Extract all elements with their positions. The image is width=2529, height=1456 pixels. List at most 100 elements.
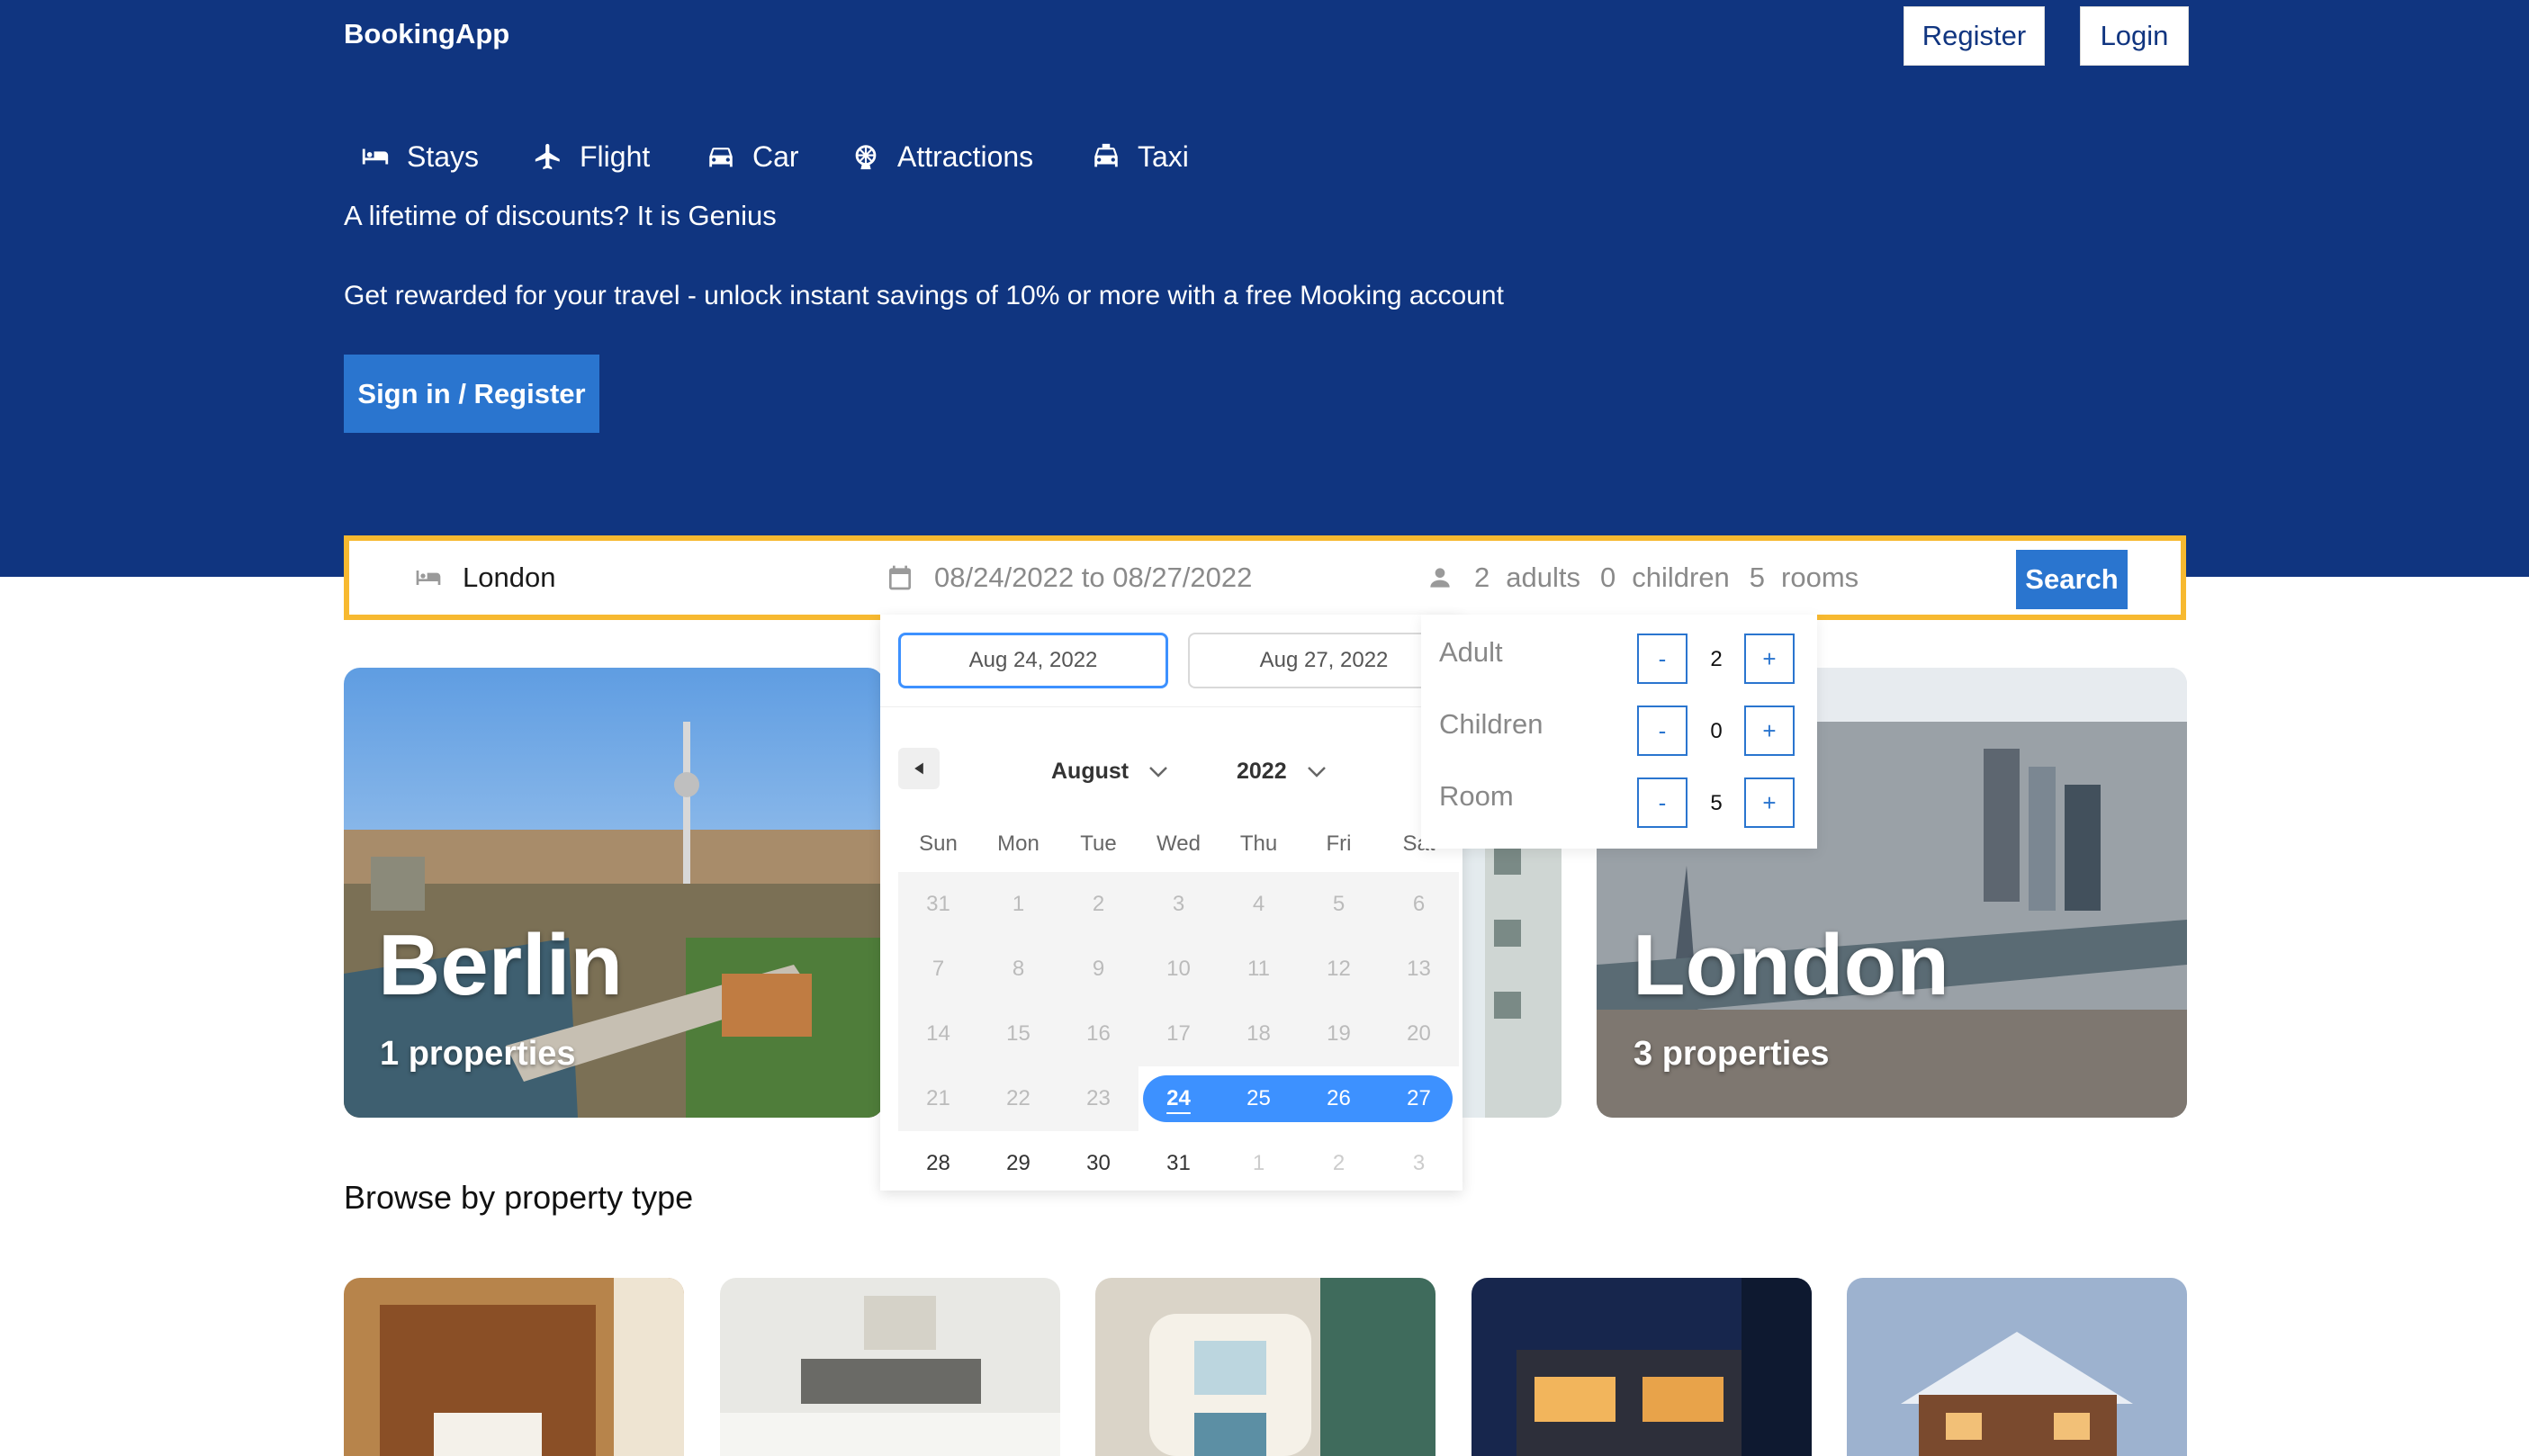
children-decrement-button[interactable]: - — [1637, 706, 1688, 756]
calendar-day[interactable]: 9 — [1058, 937, 1138, 1002]
resort-photo — [1095, 1278, 1436, 1456]
search-button[interactable]: Search — [2016, 550, 2128, 609]
calendar-day[interactable]: 30 — [1058, 1131, 1138, 1196]
section-title: Browse by property type — [344, 1179, 694, 1216]
calendar-day[interactable]: 16 — [1058, 1002, 1138, 1066]
date-range-input[interactable]: 08/24/2022 to 08/27/2022 — [886, 541, 1354, 615]
prev-month-button[interactable] — [898, 748, 940, 789]
calendar-day[interactable]: 7 — [898, 937, 978, 1002]
calendar-day[interactable]: 28 — [898, 1131, 978, 1196]
calendar-day[interactable]: 10 — [1138, 937, 1219, 1002]
adult-decrement-button[interactable]: - — [1637, 634, 1688, 684]
calendar-day[interactable]: 20 — [1379, 1002, 1459, 1066]
divider — [880, 706, 1462, 707]
option-label-children: Children — [1439, 708, 1544, 740]
adults-label: adults — [1506, 562, 1580, 593]
nav-item-car[interactable]: Car — [706, 137, 799, 176]
city-name: Berlin — [378, 917, 624, 1013]
nav-item-attractions[interactable]: Attractions — [850, 137, 1033, 176]
property-type-card[interactable] — [1847, 1278, 2187, 1456]
date-range-value: 08/24/2022 to 08/27/2022 — [934, 562, 1253, 593]
calendar-day[interactable]: 3 — [1138, 872, 1219, 937]
chevron-down-icon — [1149, 766, 1167, 777]
calendar-day[interactable]: 19 — [1299, 1002, 1379, 1066]
calendar-day[interactable]: 3 — [1379, 1131, 1459, 1196]
calendar-day[interactable]: 2 — [1299, 1131, 1379, 1196]
option-label-room: Room — [1439, 780, 1514, 812]
calendar-day[interactable]: 1 — [978, 872, 1058, 937]
brand-logo[interactable]: BookingApp — [344, 18, 509, 50]
city-properties: 3 properties — [1634, 1035, 1830, 1073]
calendar-day[interactable]: 13 — [1379, 937, 1459, 1002]
weekday-label: Fri — [1326, 831, 1352, 856]
adult-increment-button[interactable]: + — [1744, 634, 1795, 684]
calendar-day[interactable]: 6 — [1379, 872, 1459, 937]
nav-item-taxi[interactable]: Taxi — [1091, 137, 1189, 176]
register-button[interactable]: Register — [1904, 6, 2045, 66]
destination-input[interactable]: London — [414, 541, 819, 615]
month-select[interactable]: August — [1051, 759, 1168, 785]
hero-title: A lifetime of discounts? It is Genius — [344, 200, 777, 231]
calendar-day[interactable]: 21 — [898, 1066, 978, 1131]
sign-in-register-button[interactable]: Sign in / Register — [344, 355, 599, 433]
city-name: London — [1633, 917, 1949, 1013]
calendar-day[interactable]: 17 — [1138, 1002, 1219, 1066]
search-bar: London 08/24/2022 to 08/27/2022 2 adults… — [344, 535, 2186, 620]
villa-photo — [1472, 1278, 1812, 1456]
children-increment-button[interactable]: + — [1744, 706, 1795, 756]
calendar-day-start[interactable]: 24 — [1138, 1066, 1219, 1131]
calendar-day[interactable]: 31 — [1138, 1131, 1219, 1196]
guests-input[interactable]: 2 adults 0 children 5 rooms — [1426, 541, 1930, 615]
property-type-card[interactable] — [344, 1278, 684, 1456]
rooms-count: 5 — [1749, 562, 1766, 593]
nav-label: Stays — [407, 139, 480, 173]
adult-count: 2 — [1710, 647, 1723, 671]
calendar-day[interactable]: 23 — [1058, 1066, 1138, 1131]
calendar-day-in-range[interactable]: 25 — [1219, 1066, 1299, 1131]
room-count: 5 — [1710, 791, 1723, 815]
weekday-label: Tue — [1080, 831, 1117, 856]
option-label-adult: Adult — [1439, 636, 1503, 668]
start-date-input[interactable]: Aug 24, 2022 — [898, 633, 1168, 688]
calendar-day[interactable]: 1 — [1219, 1131, 1299, 1196]
city-properties: 1 properties — [380, 1035, 576, 1073]
hotel-photo — [344, 1278, 684, 1456]
room-increment-button[interactable]: + — [1744, 777, 1795, 828]
nav-item-flight[interactable]: Flight — [533, 137, 650, 176]
taxi-icon — [1094, 143, 1118, 167]
calendar-day[interactable]: 4 — [1219, 872, 1299, 937]
adults-count: 2 — [1474, 562, 1490, 593]
room-decrement-button[interactable]: - — [1637, 777, 1688, 828]
children-label: children — [1632, 562, 1730, 593]
calendar-day[interactable]: 15 — [978, 1002, 1058, 1066]
plane-icon — [535, 143, 560, 170]
triangle-left-icon — [914, 762, 923, 775]
end-date-input[interactable]: Aug 27, 2022 — [1188, 633, 1458, 688]
nav-label: Taxi — [1138, 139, 1189, 173]
apartment-photo — [720, 1278, 1060, 1456]
property-type-card[interactable] — [1472, 1278, 1812, 1456]
calendar-day[interactable]: 2 — [1058, 872, 1138, 937]
calendar-day[interactable]: 14 — [898, 1002, 978, 1066]
calendar-day[interactable]: 8 — [978, 937, 1058, 1002]
calendar-day-end[interactable]: 27 — [1379, 1066, 1459, 1131]
nav-item-stays[interactable]: Stays — [360, 137, 479, 176]
calendar-day[interactable]: 22 — [978, 1066, 1058, 1131]
hero-description: Get rewarded for your travel - unlock in… — [344, 281, 1504, 310]
calendar-day[interactable]: 11 — [1219, 937, 1299, 1002]
property-type-card[interactable] — [720, 1278, 1060, 1456]
rooms-label: rooms — [1781, 562, 1859, 593]
calendar-day[interactable]: 31 — [898, 872, 978, 937]
chevron-down-icon — [1307, 766, 1326, 777]
calendar-day[interactable]: 29 — [978, 1131, 1058, 1196]
calendar-icon — [889, 565, 911, 590]
year-select[interactable]: 2022 — [1237, 759, 1327, 785]
cabin-photo — [1847, 1278, 2187, 1456]
calendar-day[interactable]: 18 — [1219, 1002, 1299, 1066]
property-type-card[interactable] — [1095, 1278, 1436, 1456]
calendar-day-in-range[interactable]: 26 — [1299, 1066, 1379, 1131]
calendar-day[interactable]: 12 — [1299, 937, 1379, 1002]
login-button[interactable]: Login — [2080, 6, 2189, 66]
weekday-label: Mon — [997, 831, 1040, 856]
calendar-day[interactable]: 5 — [1299, 872, 1379, 937]
